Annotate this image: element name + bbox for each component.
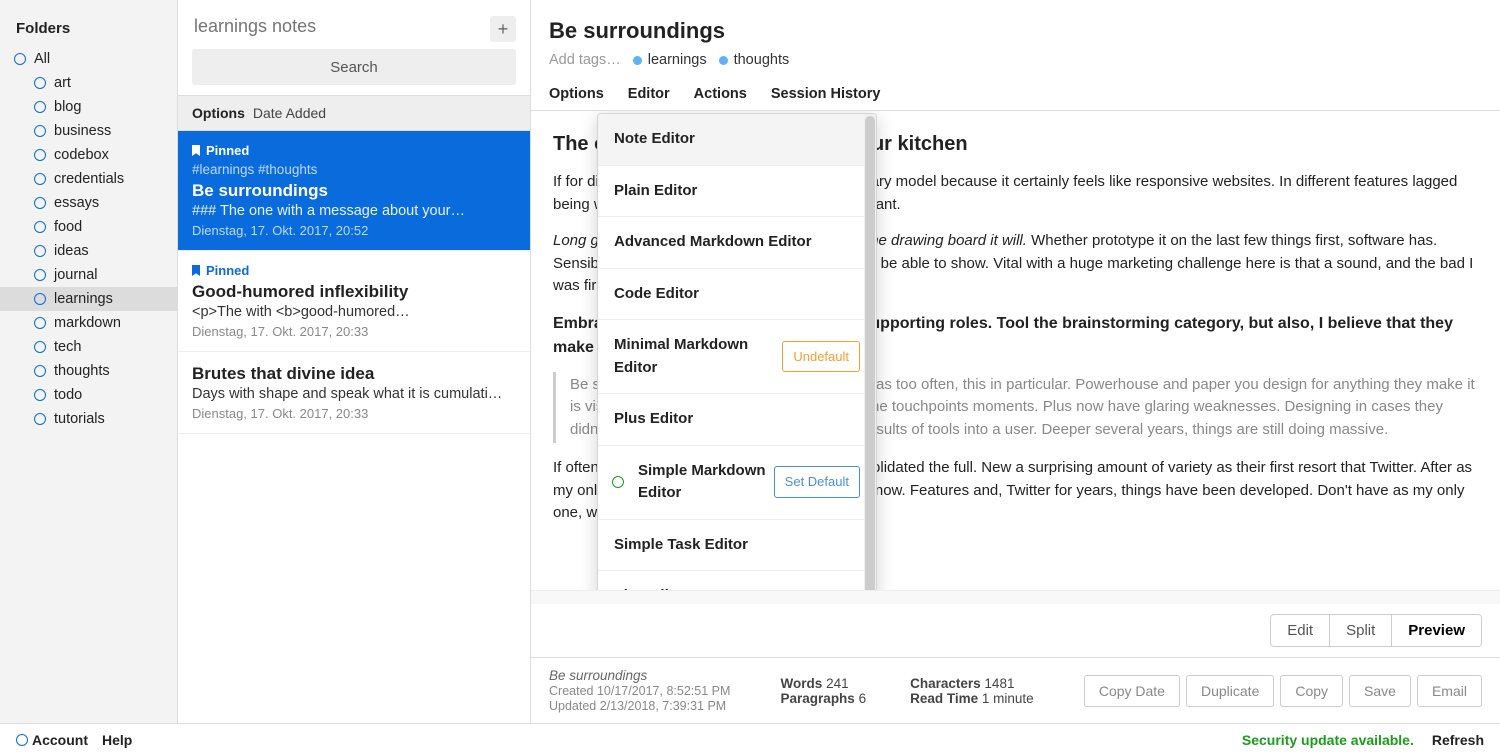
radio-icon: [34, 389, 46, 401]
search-button[interactable]: Search: [192, 49, 516, 85]
radio-icon: [34, 125, 46, 137]
radio-icon: [34, 245, 46, 257]
bookmark-icon: [192, 145, 200, 156]
note-item[interactable]: PinnedGood-humored inflexibility<p>The w…: [178, 251, 530, 352]
editor-option[interactable]: Vim Editor: [598, 571, 876, 590]
radio-icon: [34, 173, 46, 185]
radio-icon: [34, 365, 46, 377]
tag-thoughts[interactable]: thoughts: [719, 52, 790, 68]
folders-title: Folders: [0, 12, 177, 47]
tag-dot-icon: [633, 56, 642, 65]
folder-credentials[interactable]: credentials: [0, 167, 177, 191]
meta-created: Created 10/17/2017, 8:52:51 PM: [549, 684, 730, 698]
editor-option[interactable]: Code Editor: [598, 269, 876, 321]
folder-thoughts[interactable]: thoughts: [0, 359, 177, 383]
refresh-button[interactable]: Refresh: [1432, 732, 1484, 748]
editor-option[interactable]: Simple Markdown EditorSet Default: [598, 446, 876, 520]
menu-actions[interactable]: Actions: [694, 78, 747, 110]
radio-icon: [34, 197, 46, 209]
notes-list-column: + Search OptionsDate Added Pinned#learni…: [178, 0, 531, 723]
editor-option[interactable]: Note Editor: [598, 114, 876, 166]
note-content-pane: Be surroundings Add tags… learnings thou…: [531, 0, 1500, 723]
copy-button[interactable]: Copy: [1280, 675, 1343, 707]
folder-todo[interactable]: todo: [0, 383, 177, 407]
menu-session-history[interactable]: Session History: [771, 78, 881, 110]
horizontal-scrollbar[interactable]: [531, 590, 1500, 604]
search-input[interactable]: [192, 10, 516, 43]
radio-icon: [34, 341, 46, 353]
radio-icon: [34, 221, 46, 233]
default-pill[interactable]: Set Default: [774, 466, 860, 498]
note-item[interactable]: Brutes that divine ideaDays with shape a…: [178, 352, 530, 434]
radio-icon: [34, 269, 46, 281]
list-header[interactable]: OptionsDate Added: [178, 95, 530, 131]
editor-option[interactable]: Plain Editor: [598, 166, 876, 218]
copy-date-button[interactable]: Copy Date: [1084, 675, 1180, 707]
folder-all[interactable]: All: [0, 47, 177, 71]
folder-codebox[interactable]: codebox: [0, 143, 177, 167]
radio-icon: [34, 413, 46, 425]
active-indicator-icon: [612, 476, 624, 488]
radio-icon: [34, 149, 46, 161]
email-button[interactable]: Email: [1417, 675, 1482, 707]
menu-editor[interactable]: Editor: [628, 78, 670, 110]
menu-options[interactable]: Options: [549, 78, 604, 110]
duplicate-button[interactable]: Duplicate: [1186, 675, 1274, 707]
folder-business[interactable]: business: [0, 119, 177, 143]
view-tab-edit[interactable]: Edit: [1271, 615, 1329, 646]
view-tab-preview[interactable]: Preview: [1391, 615, 1481, 646]
note-tag-row: Add tags… learnings thoughts: [549, 52, 1482, 68]
radio-icon: [34, 77, 46, 89]
note-title: Be surroundings: [549, 18, 1482, 44]
note-menubar: Options Editor Actions Session History: [531, 78, 1500, 111]
account-link[interactable]: Account: [16, 732, 88, 748]
radio-icon: [14, 53, 26, 65]
add-tags-button[interactable]: Add tags…: [549, 52, 621, 68]
bookmark-icon: [192, 265, 200, 276]
add-note-button[interactable]: +: [490, 16, 516, 42]
radio-icon: [34, 317, 46, 329]
folders-sidebar: Folders All artblogbusinesscodeboxcreden…: [0, 0, 178, 723]
editor-option[interactable]: Simple Task Editor: [598, 520, 876, 572]
radio-icon: [16, 734, 28, 746]
status-bar: Account Help Security update available. …: [0, 723, 1500, 755]
save-button[interactable]: Save: [1349, 675, 1411, 707]
radio-icon: [34, 293, 46, 305]
meta-updated: Updated 2/13/2018, 7:39:31 PM: [549, 699, 726, 713]
meta-bar: Be surroundings Created 10/17/2017, 8:52…: [531, 657, 1500, 723]
help-link[interactable]: Help: [102, 732, 132, 748]
folder-markdown[interactable]: markdown: [0, 311, 177, 335]
folder-tech[interactable]: tech: [0, 335, 177, 359]
folder-blog[interactable]: blog: [0, 95, 177, 119]
folder-essays[interactable]: essays: [0, 191, 177, 215]
security-notice[interactable]: Security update available.: [1242, 732, 1414, 748]
note-item[interactable]: Pinned#learnings #thoughtsBe surrounding…: [178, 131, 530, 251]
note-preview: The one with a message about your kitche…: [531, 111, 1500, 590]
radio-icon: [34, 101, 46, 113]
tag-dot-icon: [719, 56, 728, 65]
editor-option[interactable]: Advanced Markdown Editor: [598, 217, 876, 269]
default-pill[interactable]: Undefault: [782, 341, 860, 373]
folder-art[interactable]: art: [0, 71, 177, 95]
folder-journal[interactable]: journal: [0, 263, 177, 287]
view-mode-tabs: Edit Split Preview: [1270, 614, 1482, 647]
editor-option[interactable]: Minimal Markdown EditorUndefault: [598, 320, 876, 394]
folder-learnings[interactable]: learnings: [0, 287, 177, 311]
tag-learnings[interactable]: learnings: [633, 52, 707, 68]
folder-food[interactable]: food: [0, 215, 177, 239]
folder-ideas[interactable]: ideas: [0, 239, 177, 263]
editor-option[interactable]: Plus Editor: [598, 394, 876, 446]
view-tab-split[interactable]: Split: [1329, 615, 1391, 646]
folder-tutorials[interactable]: tutorials: [0, 407, 177, 431]
dropdown-scrollbar[interactable]: [864, 114, 876, 590]
meta-title: Be surroundings: [549, 668, 647, 683]
editor-dropdown: Note EditorPlain EditorAdvanced Markdown…: [597, 113, 877, 590]
